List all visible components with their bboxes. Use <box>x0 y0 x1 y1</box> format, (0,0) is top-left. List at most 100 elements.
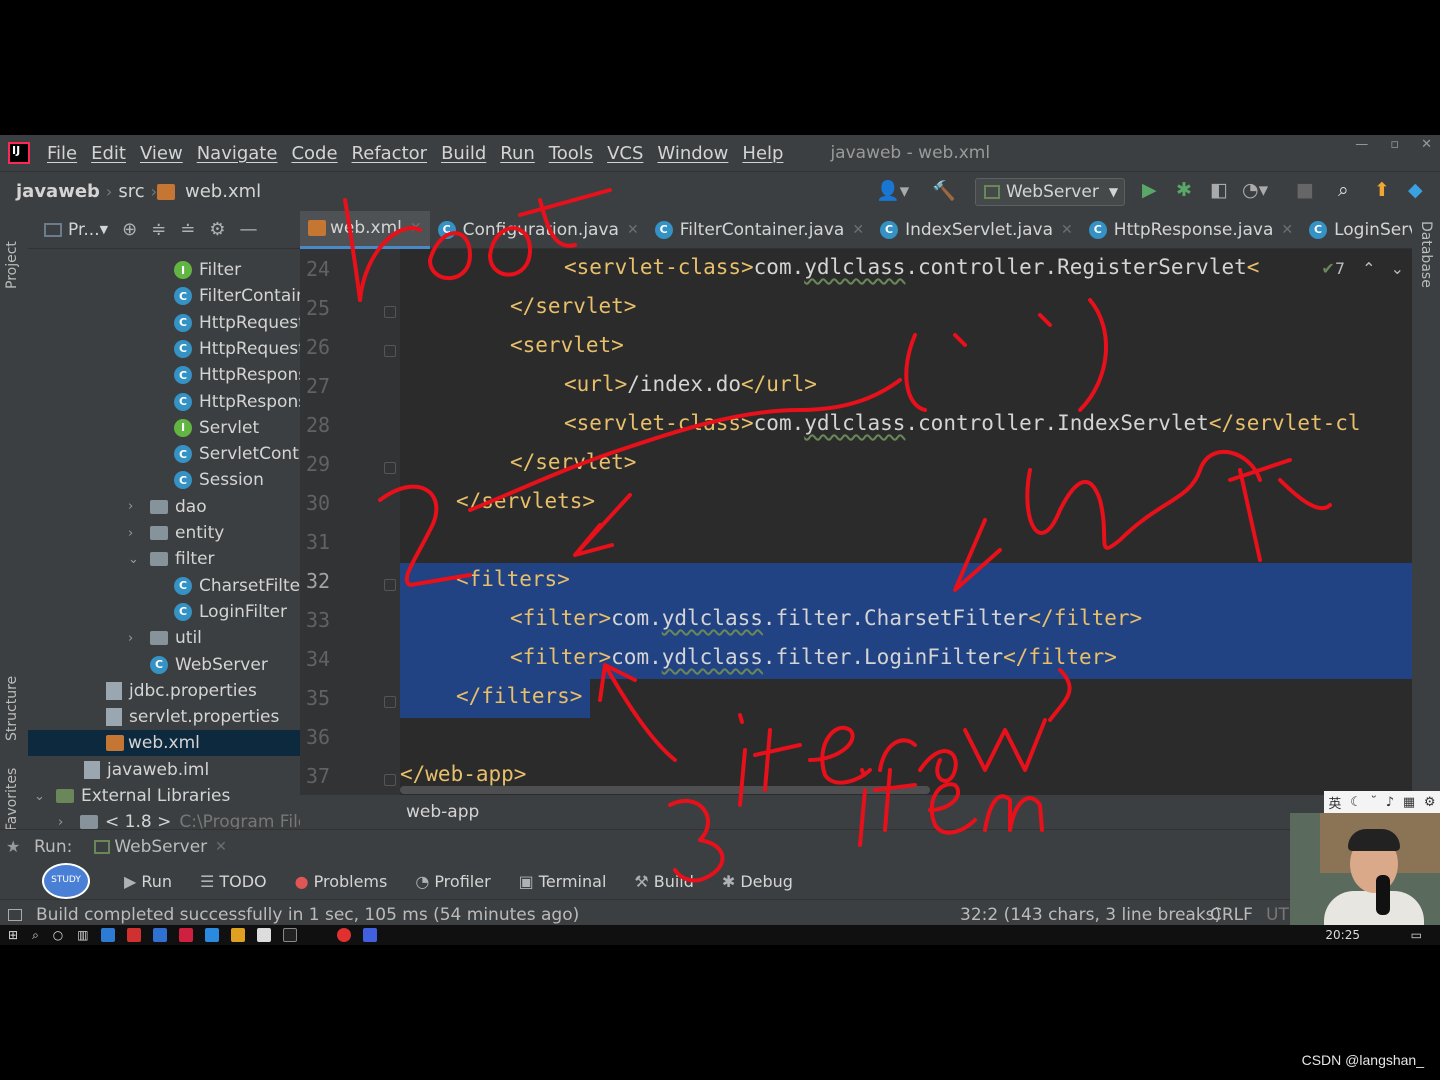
tree-item[interactable]: › util <box>28 625 202 651</box>
profiler-icon[interactable]: ◔▾ <box>1242 179 1268 201</box>
chevron-down-icon[interactable]: ⌄ <box>34 789 56 804</box>
close-icon[interactable]: ✕ <box>410 220 422 236</box>
tree-item[interactable]: web.xml <box>28 730 300 757</box>
close-icon[interactable]: ✕ <box>215 839 227 855</box>
chevron-down-icon[interactable]: ⌄ <box>128 552 150 567</box>
tree-item[interactable]: C CharsetFilter <box>28 573 307 599</box>
tree-item[interactable]: jdbc.properties <box>28 678 257 704</box>
tab-configuration-java[interactable]: C Configuration.java ✕ <box>430 211 647 249</box>
coverage-icon[interactable]: ◧ <box>1210 179 1228 201</box>
breadcrumb-project[interactable]: javaweb <box>10 181 106 202</box>
tab-run[interactable]: ▶ Run <box>110 872 186 891</box>
fold-marker-icon[interactable] <box>384 345 396 357</box>
tree-item[interactable]: › dao <box>28 494 207 520</box>
locate-icon[interactable]: ⊕ <box>122 219 137 240</box>
menu-file[interactable]: File <box>40 143 84 164</box>
hide-icon[interactable]: — <box>239 219 257 240</box>
chrome-icon[interactable] <box>230 928 245 942</box>
app-icon[interactable] <box>256 928 271 942</box>
build-hammer-icon[interactable]: 🔨 <box>932 179 956 202</box>
menu-tools[interactable]: Tools <box>542 143 600 164</box>
tree-item[interactable]: ⌄ filter <box>28 546 215 572</box>
tree-item[interactable]: I Filter <box>28 257 241 283</box>
database-tool-tab[interactable]: Database <box>1418 221 1434 288</box>
menu-help[interactable]: Help <box>735 143 790 164</box>
vscode-icon[interactable] <box>204 928 219 942</box>
fold-marker-icon[interactable] <box>384 696 396 708</box>
menu-run[interactable]: Run <box>493 143 542 164</box>
tree-item[interactable]: C HttpRequest <box>28 310 305 336</box>
tab-profiler[interactable]: ◔ Profiler <box>401 872 504 891</box>
tree-item[interactable]: C Session <box>28 467 264 493</box>
app-icon[interactable] <box>152 928 167 942</box>
menu-view[interactable]: View <box>133 143 190 164</box>
breadcrumb-src[interactable]: src <box>112 181 150 202</box>
tree-item[interactable]: › entity <box>28 520 224 546</box>
tool-window-icon[interactable] <box>8 908 22 921</box>
run-tab-webserver[interactable]: WebServer <box>114 837 207 857</box>
chevron-right-icon[interactable]: › <box>128 631 150 646</box>
run-configuration-select[interactable]: WebServer ▼ <box>975 178 1125 206</box>
recorder-icon[interactable] <box>336 928 351 942</box>
app-icon[interactable] <box>126 928 141 942</box>
chevron-right-icon[interactable]: › <box>128 526 150 541</box>
tree-item[interactable]: I Servlet <box>28 415 259 441</box>
inspection-widget[interactable]: ✔7 ⌃ ⌄ <box>1321 259 1404 278</box>
tree-item[interactable]: C LoginFilter <box>28 599 287 625</box>
tree-item[interactable]: javaweb.iml <box>28 757 209 783</box>
menu-vcs[interactable]: VCS <box>600 143 650 164</box>
run-icon[interactable]: ▶ <box>1142 179 1157 201</box>
breadcrumb-file[interactable]: web.xml <box>179 181 267 202</box>
line-separator[interactable]: CRLF <box>1210 905 1253 925</box>
clock[interactable]: 20:25 <box>1325 928 1360 942</box>
fold-marker-icon[interactable] <box>384 462 396 474</box>
chevron-up-icon[interactable]: ⌃ <box>1362 259 1375 278</box>
tree-item[interactable]: C FilterContain <box>28 283 307 309</box>
close-icon[interactable]: ✕ <box>1061 222 1073 238</box>
close-icon[interactable]: ✕ <box>627 222 639 238</box>
fold-marker-icon[interactable] <box>384 306 396 318</box>
stop-icon[interactable]: ■ <box>1296 179 1314 201</box>
menu-refactor[interactable]: Refactor <box>345 143 435 164</box>
restore-icon[interactable]: ▫ <box>1390 137 1399 152</box>
debug-icon[interactable]: ✱ <box>1176 179 1192 201</box>
tree-item[interactable]: C WebServer <box>28 652 268 678</box>
tab-build[interactable]: ⚒ Build <box>620 872 708 891</box>
chevron-right-icon[interactable]: › <box>58 815 80 830</box>
menu-navigate[interactable]: Navigate <box>190 143 285 164</box>
user-icon[interactable]: 👤▾ <box>876 179 909 202</box>
tree-item[interactable]: C ServletConta <box>28 441 309 467</box>
breadcrumb-web-app[interactable]: web-app <box>406 802 479 822</box>
gear-icon[interactable]: ⚙ <box>209 219 225 240</box>
code-editor[interactable]: <servlet-class>com.ydlclass.controller.R… <box>400 249 1412 809</box>
notification-icon[interactable]: ▭ <box>1411 928 1422 942</box>
tree-item[interactable]: ⌄ External Libraries <box>28 783 230 809</box>
windows-start-icon[interactable]: ⊞ <box>8 928 18 942</box>
caret-position[interactable]: 32:2 (143 chars, 3 line breaks) <box>960 905 1221 925</box>
search-icon[interactable]: ⌕ <box>32 928 39 943</box>
search-icon[interactable]: ⌕ <box>1338 179 1349 201</box>
chevron-right-icon[interactable]: › <box>128 499 150 514</box>
tab-httpresponse-java[interactable]: C HttpResponse.java ✕ <box>1081 211 1301 249</box>
ime-mode[interactable]: 英 <box>1328 793 1341 812</box>
tree-item[interactable]: C HttpRequest <box>28 336 305 362</box>
minimize-icon[interactable]: — <box>1355 137 1368 152</box>
close-icon[interactable]: ✕ <box>852 222 864 238</box>
menu-window[interactable]: Window <box>650 143 735 164</box>
horizontal-scrollbar[interactable] <box>400 786 930 794</box>
close-icon[interactable]: ✕ <box>1421 137 1432 152</box>
plugin-icon[interactable]: ◆ <box>1408 179 1423 201</box>
fold-marker-icon[interactable] <box>384 579 396 591</box>
task-view-icon[interactable]: ▥ <box>77 928 88 942</box>
favorites-tool-tab[interactable]: Favorites <box>4 768 20 831</box>
collapse-all-icon[interactable]: ≐ <box>180 219 195 240</box>
expand-all-icon[interactable]: ≑ <box>151 219 166 240</box>
fold-marker-icon[interactable] <box>384 774 396 786</box>
tab-problems[interactable]: ● Problems <box>281 872 402 891</box>
project-tool-tab[interactable]: Project <box>4 241 20 289</box>
tab-terminal[interactable]: ▣ Terminal <box>505 872 621 891</box>
tab-web-xml[interactable]: web.xml ✕ <box>300 210 430 249</box>
menu-code[interactable]: Code <box>284 143 344 164</box>
update-icon[interactable]: ⬆ <box>1374 179 1390 201</box>
tab-debug[interactable]: ✱ Debug <box>708 872 807 891</box>
